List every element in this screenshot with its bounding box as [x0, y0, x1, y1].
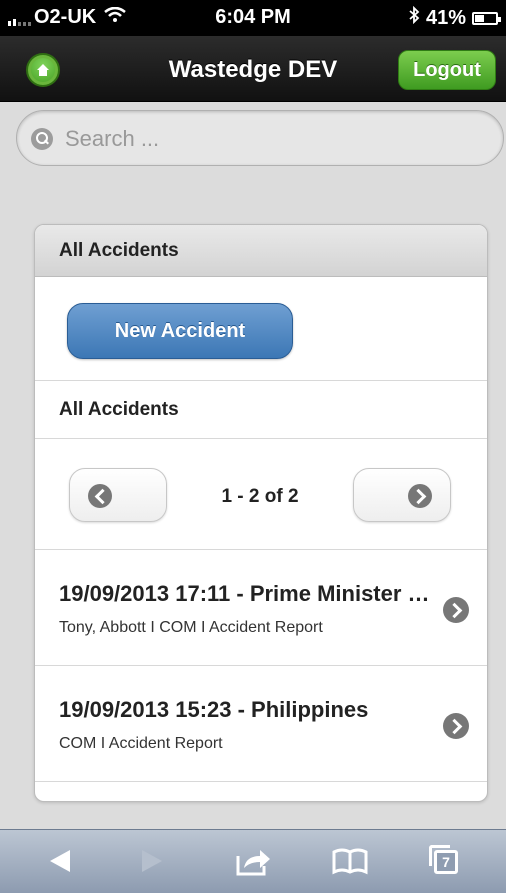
accident-title: 19/09/2013 17:11 - Prime Minister Visit	[59, 581, 439, 606]
share-icon	[236, 850, 270, 876]
browser-toolbar: 7	[0, 829, 506, 893]
bluetooth-icon	[408, 5, 420, 30]
panel-header: All Accidents	[35, 225, 487, 277]
divider	[35, 380, 487, 381]
status-right: 41%	[408, 5, 501, 30]
book-icon	[332, 848, 368, 875]
section-title: All Accidents	[59, 399, 179, 420]
tabs-button[interactable]: 7	[428, 844, 468, 880]
chevron-right-icon	[443, 597, 469, 623]
status-bar: O2-UK 6:04 PM 41%	[0, 0, 506, 36]
forward-arrow-icon	[142, 850, 162, 872]
accident-list-item[interactable]: 19/09/2013 17:11 - Prime Minister Visit …	[35, 549, 487, 665]
battery-percent: 41%	[425, 6, 466, 29]
search-bar	[16, 110, 504, 166]
pager-status: 1 - 2 of 2	[221, 486, 299, 507]
back-arrow-icon	[50, 850, 70, 872]
accident-subtitle: Tony, Abbott I COM I Accident Report	[59, 619, 323, 636]
back-button[interactable]	[44, 844, 84, 880]
search-input[interactable]	[65, 123, 485, 155]
search-icon	[31, 128, 53, 150]
arrow-left-icon	[88, 484, 112, 508]
battery-icon	[472, 11, 501, 25]
app-header: Wastedge DEV Logout	[0, 36, 506, 102]
divider	[35, 781, 487, 782]
arrow-right-icon	[408, 484, 432, 508]
divider	[35, 438, 487, 439]
accident-title: 19/09/2013 15:23 - Philippines	[59, 697, 369, 722]
next-page-button[interactable]	[353, 468, 451, 522]
new-accident-button[interactable]: New Accident	[67, 303, 293, 359]
forward-button[interactable]	[134, 844, 174, 880]
accidents-panel: All Accidents New Accident All Accidents…	[34, 224, 488, 802]
previous-page-button[interactable]	[69, 468, 167, 522]
logout-button[interactable]: Logout	[398, 50, 496, 90]
accident-list-item[interactable]: 19/09/2013 15:23 - Philippines COM I Acc…	[35, 665, 487, 781]
accident-subtitle: COM I Accident Report	[59, 735, 223, 752]
bookmarks-button[interactable]	[330, 844, 370, 880]
panel-title: All Accidents	[59, 240, 179, 261]
tabs-icon: 7	[429, 845, 458, 874]
share-button[interactable]	[234, 844, 274, 880]
chevron-right-icon	[443, 713, 469, 739]
tabs-count: 7	[442, 854, 450, 870]
